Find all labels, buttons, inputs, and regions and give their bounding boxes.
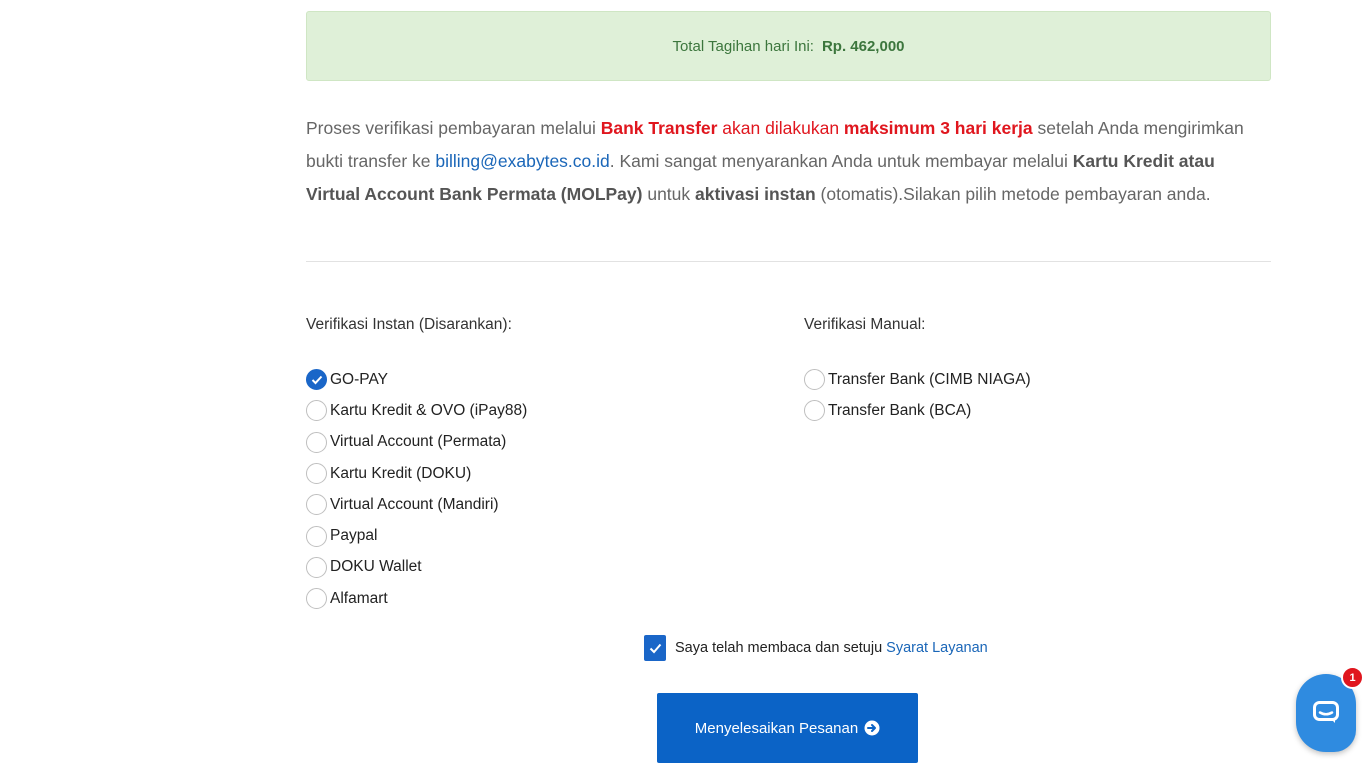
total-bill-amount: Rp. 462,000 <box>821 37 905 55</box>
billing-email-link[interactable]: billing@exabytes.co.id <box>435 151 609 171</box>
payment-option-label: GO-PAY <box>330 370 388 388</box>
terms-checkbox[interactable] <box>644 635 666 661</box>
payment-option-alfamart[interactable]: Alfamart <box>306 583 527 614</box>
notice-text: Proses verifikasi pembayaran melalui <box>306 118 601 138</box>
notice-text: untuk <box>642 184 696 204</box>
payment-option-label: Kartu Kredit & OVO (iPay88) <box>330 401 528 419</box>
payment-option-go-pay[interactable]: GO-PAY <box>306 364 527 395</box>
payment-verification-notice: Proses verifikasi pembayaran melalui Ban… <box>306 112 1271 211</box>
terms-agreement: Saya telah membaca dan setuju Syarat Lay… <box>644 635 988 661</box>
chat-bubble-icon <box>1313 701 1339 723</box>
payment-option-label: Virtual Account (Mandiri) <box>330 495 499 513</box>
notice-text-red: akan dilakukan <box>717 118 844 138</box>
payment-radio[interactable] <box>306 556 327 578</box>
payment-option-paypal[interactable]: Paypal <box>306 520 527 551</box>
payment-radio[interactable] <box>306 525 327 547</box>
payment-option-kartu-kredit-ovo-ipay88[interactable]: Kartu Kredit & OVO (iPay88) <box>306 395 527 426</box>
chat-notification-badge: 1 <box>1341 666 1364 689</box>
payment-option-label: Alfamart <box>330 589 388 607</box>
checkmark-icon <box>649 643 661 653</box>
payment-radio[interactable] <box>306 494 327 516</box>
checkmark-icon <box>311 375 322 385</box>
complete-order-label: Menyelesaikan Pesanan <box>694 719 859 737</box>
notice-max-days: maksimum 3 hari kerja <box>843 118 1033 138</box>
total-bill-label: Total Tagihan hari Ini: <box>672 37 814 55</box>
complete-order-button[interactable]: Menyelesaikan Pesanan <box>657 693 918 763</box>
payment-radio[interactable] <box>306 588 327 610</box>
notice-text: . Kami sangat menyarankan Anda untuk mem… <box>609 151 1073 171</box>
notice-instant-activation: aktivasi instan <box>695 184 816 204</box>
notice-bank-transfer: Bank Transfer <box>600 118 718 138</box>
terms-of-service-link[interactable]: Syarat Layanan <box>886 640 988 656</box>
instant-payment-options: GO-PAY Kartu Kredit & OVO (iPay88) Virtual… <box>306 364 527 614</box>
payment-option-virtual-account-permata[interactable]: Virtual Account (Permata) <box>306 427 527 458</box>
payment-page: Total Tagihan hari Ini: Rp. 462,000 Pros… <box>0 0 1366 769</box>
payment-radio[interactable] <box>804 369 825 391</box>
total-bill-alert: Total Tagihan hari Ini: Rp. 462,000 <box>306 11 1271 81</box>
payment-radio[interactable] <box>804 400 825 422</box>
payment-option-kartu-kredit-doku[interactable]: Kartu Kredit (DOKU) <box>306 458 527 489</box>
payment-option-label: Virtual Account (Permata) <box>330 433 507 451</box>
payment-option-label: Paypal <box>330 527 378 545</box>
payment-radio[interactable] <box>306 431 327 453</box>
payment-option-doku-wallet[interactable]: DOKU Wallet <box>306 552 527 583</box>
payment-option-virtual-account-mandiri[interactable]: Virtual Account (Mandiri) <box>306 489 527 520</box>
payment-radio[interactable] <box>306 463 327 485</box>
notice-text: (otomatis).Silakan pilih metode pembayar… <box>815 184 1211 204</box>
manual-payment-options: Transfer Bank (CIMB NIAGA) Transfer Bank … <box>804 364 1031 427</box>
payment-option-transfer-bank-cimb-niaga[interactable]: Transfer Bank (CIMB NIAGA) <box>804 364 1031 395</box>
payment-option-label: Transfer Bank (BCA) <box>828 401 972 419</box>
instant-verification-title: Verifikasi Instan (Disarankan): <box>306 316 512 333</box>
payment-radio[interactable] <box>306 369 327 391</box>
manual-verification-title: Verifikasi Manual: <box>804 316 926 333</box>
terms-label: Saya telah membaca dan setuju <box>675 640 883 656</box>
arrow-circle-right-icon <box>864 720 880 736</box>
section-divider <box>306 261 1271 262</box>
payment-option-label: Kartu Kredit (DOKU) <box>330 464 472 482</box>
payment-radio[interactable] <box>306 400 327 422</box>
payment-option-label: Transfer Bank (CIMB NIAGA) <box>828 370 1031 388</box>
payment-option-transfer-bank-bca[interactable]: Transfer Bank (BCA) <box>804 395 1031 426</box>
payment-option-label: DOKU Wallet <box>330 558 422 576</box>
